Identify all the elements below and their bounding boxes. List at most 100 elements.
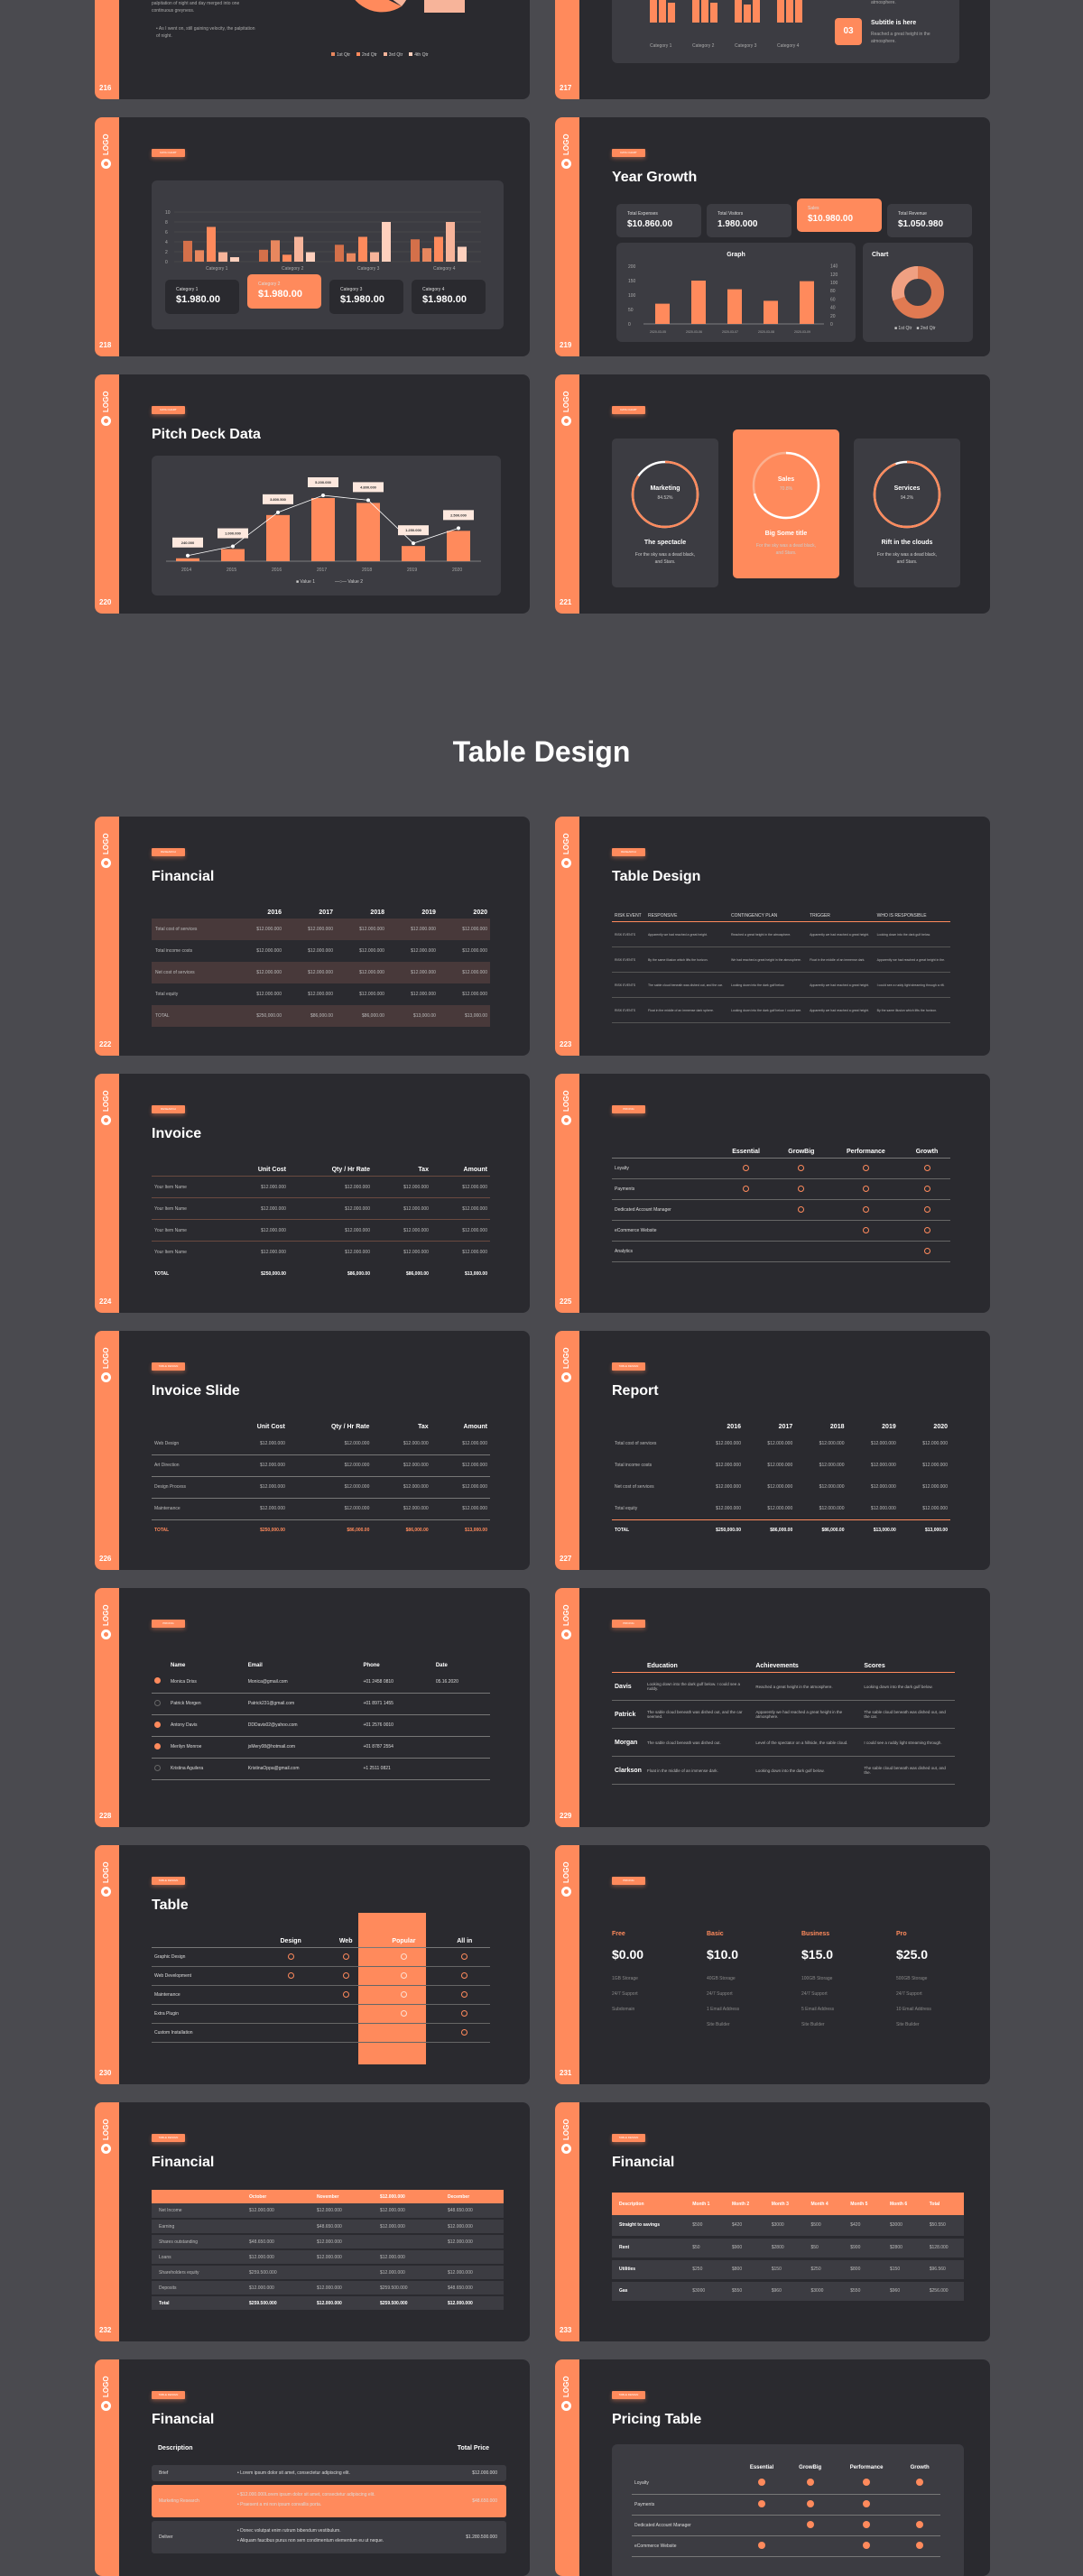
table-cell: +1 2511 0821 [363, 1766, 391, 1771]
feature-cell [258, 1947, 323, 1967]
radio-checked-icon[interactable] [154, 1721, 161, 1728]
slide-number: 225 [560, 1297, 572, 1306]
slide-tag: RESEARCH [612, 848, 645, 856]
plan-name: Basic [707, 1931, 724, 1937]
stat-card[interactable]: Total Visitors 1.980.000 [707, 204, 791, 237]
category-card[interactable]: Category 2 $1.980.00 [247, 274, 321, 309]
table-cell: $250 [803, 2258, 844, 2282]
logo-ring-icon [101, 416, 111, 426]
column-header: Qty / Hr Rate [331, 1167, 370, 1173]
line-point [321, 494, 325, 497]
slide-title: Invoice [152, 1126, 202, 1141]
feature-table: Essential GrowBig Performance Growth Loyalty… [612, 1146, 950, 1262]
stat-card[interactable]: Total Expenses $10.860.00 [616, 204, 701, 237]
slide-number: 221 [560, 598, 572, 606]
plan-feature: 100GB Storage [801, 1976, 833, 1981]
logo-ring-icon [101, 2401, 111, 2411]
slide-tag: RESEARCH [152, 848, 185, 856]
graph-panel: Graph 0 50 100 150 200 0 20 40 60 80 100 120 140 2020-… [616, 243, 856, 342]
slide-number: 218 [99, 341, 112, 349]
table-cell: $259.500.000 [242, 2265, 310, 2281]
x-tick-label: Category 4 [433, 266, 456, 271]
column-header: Email [247, 1663, 263, 1668]
table-cell: $12.000.000 [372, 2249, 440, 2266]
table-cell: KristinaOppa@gmail.com [247, 1766, 300, 1771]
feature-cell [773, 1199, 828, 1221]
column-header: CONTINGENCY PLAN [727, 910, 808, 922]
kpi-card[interactable]: Services 94.2% Rift in the clouds For the s… [854, 439, 960, 587]
table-row: Straight to savings $500 $420 $3000 $500 $420… [612, 2215, 964, 2239]
x-tick-label: 2015 [227, 568, 236, 573]
plan-name: Business [801, 1931, 830, 1937]
category-card[interactable]: Category 1 $1.980.00 [165, 280, 239, 314]
table-cell: Total cost of services [615, 1441, 657, 1446]
graph-title: Graph [727, 252, 745, 258]
logo: LOGO [562, 2376, 570, 2397]
line-item-row[interactable]: Marketing Research • $12.000.000Lorem ips… [152, 2485, 506, 2517]
table-row: Gas $3000 $550 $960 $3000 $550 $960 $256.000 [612, 2280, 964, 2304]
table-cell: $12.000.000 [430, 1219, 490, 1242]
column-header [152, 907, 233, 919]
kpi-name: Sales [777, 476, 795, 483]
column-header: 2017 [319, 909, 333, 916]
check-icon [806, 2499, 814, 2507]
radio-checked-icon[interactable] [154, 1742, 161, 1750]
bar [370, 252, 379, 262]
feature-cell [258, 2004, 323, 2024]
bar [259, 249, 268, 262]
chart-panel: 0 2 4 6 8 10 Category 1 Category 2 Category 3 Cat… [152, 180, 504, 329]
y2-tick-label: 80 [830, 289, 836, 294]
line-item-row[interactable]: Deliver • Donec volutpat enim rutrum bibe… [152, 2521, 506, 2553]
bar [668, 3, 675, 23]
table-cell: $259.500.000 [372, 2280, 440, 2296]
kpi-card[interactable]: Marketing 84.52% The spectacle For the sky … [612, 439, 718, 587]
column-header: Description [612, 2193, 686, 2215]
plan-header [632, 2462, 737, 2473]
radio-unchecked-icon[interactable] [154, 1764, 161, 1771]
card-value: $1.980.00 [422, 294, 467, 305]
total-cell: $13,000.00 [464, 1270, 487, 1277]
table-cell: $12.000.000 [242, 2203, 310, 2220]
bar [447, 531, 470, 561]
feature-cell [717, 1220, 774, 1242]
stat-card[interactable]: Total Revenue $1.050.980 [887, 204, 972, 237]
total-price-header: Total Price [457, 2445, 489, 2451]
feature-cell [899, 2515, 940, 2536]
check-circle-icon [287, 1953, 294, 1960]
table-cell: $12.000.000 [310, 2234, 373, 2250]
legend-label: 3rd Qtr [388, 52, 403, 58]
line-item-row[interactable]: Brief • Lorem ipsum dolor sit amet, conse… [152, 2465, 506, 2481]
stat-card[interactable]: Sales $10.980.00 [797, 199, 882, 232]
table-cell: $250 [685, 2258, 725, 2282]
contact-row: Merilyn Monroe jsMery08@hotmail.com +01 87… [152, 1736, 490, 1758]
pricing-table: Essential GrowBig Performance Growth Loyalty… [632, 2462, 940, 2557]
plan-header: Design [258, 1935, 323, 1948]
item-label: Brief [159, 2470, 169, 2476]
kpi-card[interactable]: Sales 70.8% Big Some title For the sky was … [733, 429, 839, 578]
table-cell: Gas [612, 2280, 686, 2304]
table-cell: $2800 [764, 2237, 804, 2260]
table-cell: Apparently we had reached a great height… [807, 921, 875, 947]
slide-tag: RESEARCH [152, 1105, 185, 1113]
feature-cell [833, 2473, 900, 2495]
bar [195, 250, 204, 262]
logo: LOGO [562, 1347, 570, 1369]
logo-ring-icon [561, 1887, 571, 1897]
logo: LOGO [562, 2119, 570, 2140]
data-label: 5.200.000 [315, 480, 332, 485]
plan-name: Pro [896, 1931, 907, 1937]
radio-checked-icon[interactable] [154, 1677, 161, 1685]
table-cell: $12.000.000 [256, 948, 282, 954]
item-bullet: • Donec volutpat enim rutrum bibendum ve… [237, 2528, 341, 2534]
radio-unchecked-icon[interactable] [154, 1699, 161, 1706]
category-card[interactable]: Category 3 $1.980.00 [329, 280, 403, 314]
table-row: RISK EVENTS Float in the middle of an imm… [612, 997, 950, 1023]
table-cell: By the same illusion which lifts the hor… [874, 997, 950, 1023]
bar [735, 0, 742, 23]
donut-legend: ■ 1st Qtr ■ 2nd Qtr [894, 326, 936, 331]
feature-label: Web Development [152, 1966, 259, 1986]
progress-ring [873, 460, 941, 529]
category-card[interactable]: Category 4 $1.980.00 [412, 280, 486, 314]
feature-label: eCommerce Website [632, 2535, 737, 2557]
table-cell: $3000 [685, 2280, 725, 2304]
